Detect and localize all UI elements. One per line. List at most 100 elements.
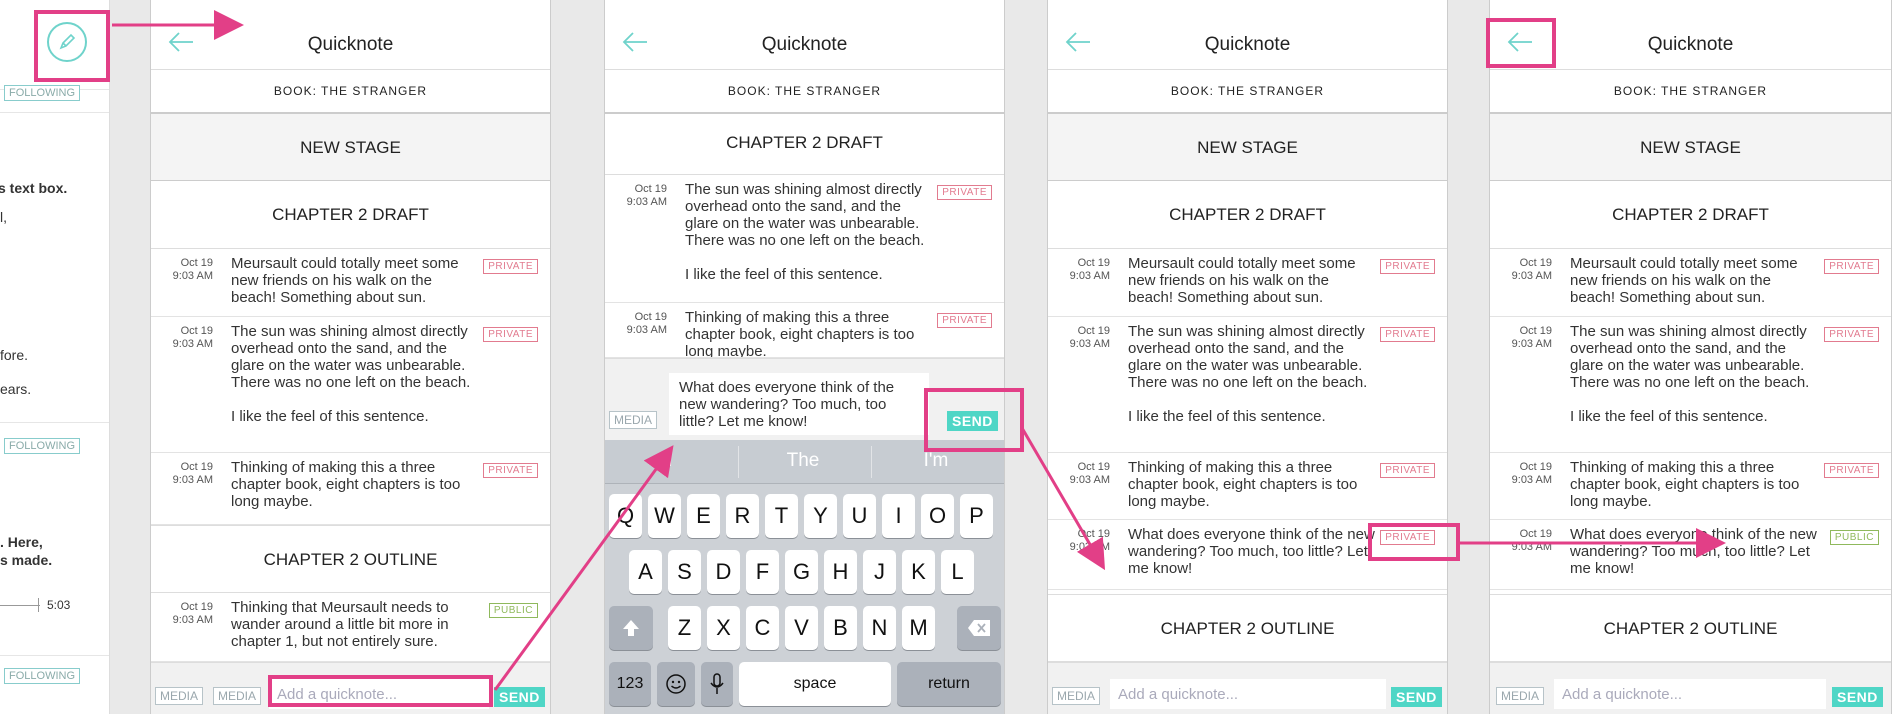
note-item[interactable]: Oct 19 9:03 AM Thinking that Meursault ne… — [151, 593, 550, 662]
note-item[interactable]: Oct 19 9:03 AM Thinking of making this a … — [151, 453, 550, 525]
media-button[interactable]: MEDIA — [1496, 687, 1545, 705]
following-badge[interactable]: FOLLOWING — [4, 438, 81, 454]
chapter-label: CHAPTER 2 DRAFT — [1612, 205, 1769, 224]
following-badge[interactable]: FOLLOWING — [4, 668, 81, 684]
privacy-tag[interactable]: PRIVATE — [483, 463, 538, 478]
chapter-header[interactable]: CHAPTER 2 DRAFT — [605, 113, 1004, 175]
privacy-tag[interactable]: PRIVATE — [483, 327, 538, 342]
chapter-header[interactable]: CHAPTER 2 DRAFT — [1490, 181, 1891, 249]
note-item[interactable]: Oct 19 9:03 AM Thinking of making this a … — [1490, 453, 1891, 520]
media-button[interactable]: MEDIA — [1052, 687, 1101, 705]
key[interactable]: T — [765, 494, 798, 538]
partial-text: s text box. — [0, 180, 68, 196]
chapter-header[interactable]: CHAPTER 2 OUTLINE — [1490, 594, 1891, 662]
key[interactable]: O — [921, 494, 954, 538]
return-key[interactable]: return — [897, 662, 1001, 706]
privacy-tag[interactable]: PRIVATE — [1824, 259, 1879, 274]
key[interactable]: X — [707, 606, 740, 650]
media-button[interactable]: MEDIA — [609, 411, 658, 429]
stage-header[interactable]: NEW STAGE — [151, 113, 550, 181]
note-item[interactable]: Oct 19 9:03 AM The sun was shining almost… — [1490, 317, 1891, 453]
key[interactable]: J — [863, 550, 896, 594]
key[interactable]: V — [785, 606, 818, 650]
key[interactable]: A — [629, 550, 662, 594]
note-date: Oct 19 9:03 AM — [172, 601, 213, 626]
send-button[interactable]: SEND — [1391, 687, 1442, 707]
privacy-tag[interactable]: PRIVATE — [483, 259, 538, 274]
chapter-header[interactable]: CHAPTER 2 OUTLINE — [1048, 594, 1447, 662]
numbers-key[interactable]: 123 — [609, 662, 651, 706]
key[interactable]: U — [843, 494, 876, 538]
note-item[interactable]: Oct 19 9:03 AM What does everyone think o… — [1490, 520, 1891, 590]
key[interactable]: I — [882, 494, 915, 538]
key[interactable]: S — [668, 550, 701, 594]
delete-key[interactable] — [957, 606, 1001, 650]
key[interactable]: N — [863, 606, 896, 650]
suggestion[interactable]: I'm — [871, 450, 1001, 472]
note-item[interactable]: Oct 19 9:03 AM Meursault could totally me… — [1048, 249, 1447, 317]
privacy-tag[interactable]: PRIVATE — [1380, 327, 1435, 342]
progress-track[interactable] — [0, 605, 40, 606]
key[interactable]: B — [824, 606, 857, 650]
key[interactable]: Q — [609, 494, 642, 538]
quicknote-input[interactable] — [1110, 679, 1386, 709]
privacy-tag[interactable]: PRIVATE — [937, 313, 992, 328]
space-key[interactable]: space — [739, 662, 891, 706]
send-button[interactable]: SEND — [494, 687, 545, 707]
suggestion[interactable]: The — [738, 450, 868, 472]
suggestion[interactable]: I — [605, 450, 735, 472]
privacy-tag[interactable]: PRIVATE — [1380, 259, 1435, 274]
book-title[interactable]: BOOK: THE STRANGER — [1490, 70, 1891, 113]
note-item[interactable]: Oct 19 9:03 AM The sun was shining almost… — [605, 175, 1004, 303]
book-title[interactable]: BOOK: THE STRANGER — [1048, 70, 1447, 113]
privacy-tag[interactable]: PRIVATE — [1824, 463, 1879, 478]
stage-header[interactable]: NEW STAGE — [1490, 113, 1891, 181]
media-button[interactable]: MEDIA — [213, 687, 262, 705]
key[interactable]: G — [785, 550, 818, 594]
emoji-key[interactable] — [657, 662, 695, 706]
media-button[interactable]: MEDIA — [155, 687, 204, 705]
send-button[interactable]: SEND — [1832, 687, 1883, 707]
key[interactable]: Y — [804, 494, 837, 538]
key[interactable]: D — [707, 550, 740, 594]
page-title: Quicknote — [1204, 34, 1291, 55]
quicknote-input[interactable]: What does everyone think of the new wand… — [669, 373, 929, 435]
chapter-label: CHAPTER 2 DRAFT — [1169, 205, 1326, 224]
key[interactable]: M — [902, 606, 935, 650]
note-item[interactable]: Oct 19 9:03 AM Thinking of making this a … — [605, 303, 1004, 358]
note-item[interactable]: Oct 19 9:03 AM Thinking of making this a … — [1048, 453, 1447, 520]
key[interactable]: C — [746, 606, 779, 650]
privacy-tag[interactable]: PRIVATE — [1824, 327, 1879, 342]
stage-label: NEW STAGE — [300, 138, 401, 157]
key[interactable]: R — [726, 494, 759, 538]
note-item[interactable]: Oct 19 9:03 AM The sun was shining almost… — [151, 317, 550, 453]
chapter-label: CHAPTER 2 OUTLINE — [263, 550, 438, 569]
privacy-tag[interactable]: PRIVATE — [1380, 463, 1435, 478]
following-badge[interactable]: FOLLOWING — [4, 85, 81, 101]
book-title[interactable]: BOOK: THE STRANGER — [605, 70, 1004, 113]
key[interactable]: W — [648, 494, 681, 538]
dictation-key[interactable] — [701, 662, 733, 706]
chapter-header[interactable]: CHAPTER 2 DRAFT — [151, 181, 550, 249]
privacy-tag[interactable]: PRIVATE — [937, 185, 992, 200]
key[interactable]: F — [746, 550, 779, 594]
key[interactable]: L — [941, 550, 974, 594]
note-item[interactable]: Oct 19 9:03 AM The sun was shining almost… — [1048, 317, 1447, 453]
note-text: The sun was shining almost directly over… — [1128, 323, 1368, 425]
key[interactable]: E — [687, 494, 720, 538]
key[interactable]: P — [960, 494, 993, 538]
note-item[interactable]: Oct 19 9:03 AM Meursault could totally me… — [1490, 249, 1891, 317]
shift-key[interactable] — [609, 606, 653, 650]
privacy-tag[interactable]: PUBLIC — [488, 603, 538, 618]
progress-handle[interactable] — [38, 598, 39, 612]
book-title[interactable]: BOOK: THE STRANGER — [151, 70, 550, 113]
key[interactable]: Z — [668, 606, 701, 650]
key[interactable]: K — [902, 550, 935, 594]
chapter-header[interactable]: CHAPTER 2 OUTLINE — [151, 525, 550, 593]
quicknote-input[interactable] — [1554, 679, 1826, 709]
note-item[interactable]: Oct 19 9:03 AM Meursault could totally me… — [151, 249, 550, 317]
privacy-tag[interactable]: PUBLIC — [1829, 530, 1879, 545]
key[interactable]: H — [824, 550, 857, 594]
stage-header[interactable]: NEW STAGE — [1048, 113, 1447, 181]
chapter-header[interactable]: CHAPTER 2 DRAFT — [1048, 181, 1447, 249]
